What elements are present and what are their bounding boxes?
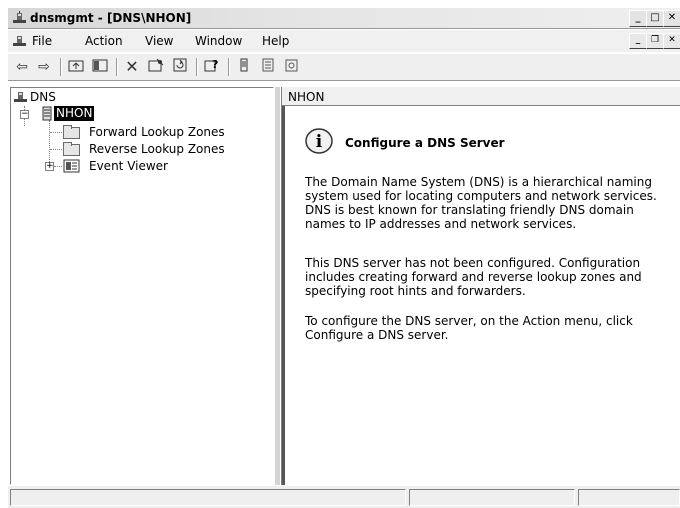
folder-icon [63,142,80,156]
tree-label: Reverse Lookup Zones [89,142,225,156]
close-button[interactable]: ✕ [663,10,680,27]
instruction-paragraph: To configure the DNS server, on the Acti… [305,314,633,342]
tree-label: DNS [30,90,56,104]
help-button[interactable]: ? [202,58,222,76]
tree-connector [50,132,62,133]
details-body: i Configure a DNS Server The Domain Name… [282,106,680,485]
menu-bar: File Action View Window Help _ ❐ ✕ [8,30,680,52]
toolbar-separator [228,58,230,76]
console-tree[interactable]: DNS − NHON Forward Lookup Zones Reverse … [10,87,274,485]
maximize-button[interactable]: □ [646,10,664,27]
show-hide-tree-icon [92,59,108,72]
back-button[interactable]: ⇦ [12,58,32,76]
svg-text:?: ? [212,58,218,71]
restore-icon: ❐ [650,35,660,45]
plus-icon: + [46,161,54,171]
pane-splitter[interactable] [275,87,280,485]
server-list-icon [240,58,248,72]
status-panel-secondary [409,489,575,506]
close-icon: ✕ [668,35,676,45]
toolbar-separator [196,58,198,76]
title-bar[interactable]: dnsmgmt - [DNS\NHON] _ □ ✕ [8,8,680,29]
menu-action[interactable]: Action [85,34,123,48]
refresh-icon [173,58,187,72]
menu-view[interactable]: View [145,34,173,48]
detail-icon [262,58,274,72]
close-icon: ✕ [667,12,677,23]
show-hide-tree-button[interactable] [90,58,110,76]
export-button[interactable] [282,58,302,76]
status-panel-tertiary [578,489,680,506]
info-icon: i [305,128,333,154]
tree-label: Forward Lookup Zones [89,125,225,139]
tree-label: NHON [56,106,93,120]
details-pane: NHON i Configure a DNS Server The Domain… [281,87,680,485]
properties-button[interactable] [146,58,166,76]
tree-item-reverse-lookup-zones[interactable]: Reverse Lookup Zones [89,141,225,157]
toolbar: ⇦ ⇨ ✕ ? [8,53,680,81]
delete-icon: ✕ [125,57,139,76]
toolbar-separator [60,58,62,76]
toolbar-separator [116,58,118,76]
server-list-button[interactable] [234,58,254,76]
export-icon [285,59,298,72]
menu-help[interactable]: Help [262,34,289,48]
details-heading: Configure a DNS Server [345,136,505,150]
forward-button[interactable]: ⇨ [34,58,54,76]
collapse-toggle[interactable]: − [20,110,29,119]
tree-connector [54,166,62,167]
tree-item-forward-lookup-zones[interactable]: Forward Lookup Zones [89,124,225,140]
status-bar [8,486,680,508]
minus-icon: − [21,109,29,119]
up-button[interactable] [66,58,86,76]
tree-connector [50,149,62,150]
tree-label: Event Viewer [89,159,168,173]
child-close-button[interactable]: ✕ [663,33,680,49]
expand-toggle[interactable]: + [45,162,54,171]
back-icon: ⇦ [16,59,28,75]
refresh-button[interactable] [170,58,190,76]
dns-icon [14,92,27,102]
event-viewer-icon [63,159,80,173]
status-paragraph: This DNS server has not been configured.… [305,256,642,298]
server-icon [42,106,52,121]
window-title: dnsmgmt - [DNS\NHON] [30,11,192,25]
minimize-button[interactable]: _ [629,10,647,27]
console-icon[interactable] [12,34,27,48]
child-restore-button[interactable]: ❐ [646,33,664,49]
menu-file[interactable]: File [32,34,52,48]
child-minimize-button[interactable]: _ [629,33,647,49]
status-panel-main [10,489,406,506]
minimize-icon: _ [635,35,641,45]
details-header-label: NHON [288,90,325,104]
folder-icon [63,125,80,139]
properties-icon [148,58,164,72]
svg-text:i: i [316,132,323,152]
forward-icon: ⇨ [38,59,50,75]
maximize-icon: □ [650,12,660,23]
menu-window[interactable]: Window [195,34,242,48]
tree-item-server[interactable]: NHON [54,106,95,121]
up-icon [68,60,84,72]
detail-button[interactable] [258,58,278,76]
dns-app-icon [13,11,26,23]
help-icon: ? [204,58,218,72]
delete-button[interactable]: ✕ [122,58,142,76]
minimize-icon: _ [635,12,641,23]
details-header: NHON [282,87,680,106]
tree-item-event-viewer[interactable]: Event Viewer [89,158,168,174]
description-paragraph: The Domain Name System (DNS) is a hierar… [305,175,657,231]
